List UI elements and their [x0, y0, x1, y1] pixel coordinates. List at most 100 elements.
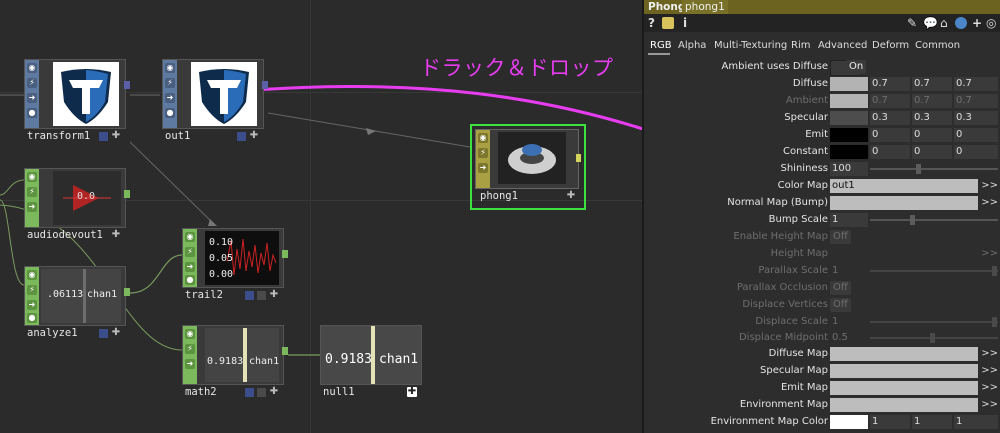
- param-field-g[interactable]: 0: [912, 128, 952, 142]
- color-swatch[interactable]: [830, 145, 868, 159]
- node-out1[interactable]: ◉ ⚡ ➜ ● out1 ✚: [162, 59, 268, 143]
- output-port[interactable]: [124, 190, 130, 198]
- diffuse-map-field[interactable]: [830, 347, 978, 361]
- param-field[interactable]: 1: [830, 315, 868, 329]
- tab-alpha[interactable]: Alpha: [678, 39, 706, 53]
- expand-arrows[interactable]: >>: [981, 364, 998, 378]
- color-swatch[interactable]: [830, 111, 868, 125]
- node-flag[interactable]: [244, 290, 255, 301]
- tab-advanced[interactable]: Advanced: [818, 39, 867, 53]
- param-field-b[interactable]: 0.7: [954, 94, 998, 108]
- environment-map-field[interactable]: [830, 398, 978, 412]
- add-icon[interactable]: ✚: [111, 230, 121, 240]
- network-editor[interactable]: ドラック＆ドロップ ◉ ⚡ ➜ ● transform1 ✚ ◉ ⚡ ➜ ● o…: [0, 0, 642, 433]
- add-icon[interactable]: ✚: [269, 290, 279, 300]
- param-slider[interactable]: [870, 219, 998, 221]
- tab-rim[interactable]: Rim: [791, 39, 810, 53]
- color-swatch[interactable]: [830, 128, 868, 142]
- expand-arrows[interactable]: >>: [981, 398, 998, 412]
- display-icon[interactable]: ➜: [27, 300, 37, 310]
- add-icon[interactable]: ✚: [111, 328, 121, 338]
- param-field-g[interactable]: 0.7: [912, 94, 952, 108]
- display-icon[interactable]: ➜: [27, 93, 37, 103]
- bypass-icon[interactable]: ⚡: [478, 148, 488, 158]
- expand-arrows[interactable]: >>: [981, 179, 998, 193]
- param-field-r[interactable]: 0.7: [870, 77, 910, 91]
- display-icon[interactable]: ➜: [27, 202, 37, 212]
- param-field-b[interactable]: 1: [954, 415, 998, 429]
- node-flag[interactable]: [256, 290, 267, 301]
- settings-icon[interactable]: ◎: [986, 16, 996, 30]
- slider-handle[interactable]: [910, 215, 915, 225]
- param-field[interactable]: 1: [830, 213, 868, 227]
- viewer-icon[interactable]: ◉: [165, 63, 175, 73]
- python-icon[interactable]: [955, 17, 967, 29]
- param-field-r[interactable]: 0: [870, 145, 910, 159]
- param-field-b[interactable]: 0.3: [954, 111, 998, 125]
- param-field-b[interactable]: 0: [954, 145, 998, 159]
- color-swatch[interactable]: [830, 94, 868, 108]
- add-icon[interactable]: ✚: [269, 387, 279, 397]
- slider-handle[interactable]: [992, 317, 997, 327]
- color-swatch[interactable]: [830, 77, 868, 91]
- comment-icon[interactable]: 💬: [923, 16, 938, 30]
- viewer-icon[interactable]: ◉: [27, 172, 37, 182]
- slider-handle[interactable]: [992, 266, 997, 276]
- lock-icon[interactable]: ●: [165, 108, 175, 118]
- param-toggle[interactable]: Off: [830, 298, 851, 312]
- node-audiodevout1[interactable]: ◉ ⚡ ➜ 0.0 audiodevout1 ✚: [24, 168, 130, 242]
- param-field[interactable]: 1: [830, 264, 868, 278]
- add-icon[interactable]: ✚: [111, 131, 121, 141]
- param-field-r[interactable]: 0.7: [870, 94, 910, 108]
- viewer-icon[interactable]: ◉: [27, 270, 37, 280]
- lock-icon[interactable]: ●: [185, 275, 195, 285]
- color-map-field[interactable]: out1: [830, 179, 978, 193]
- add-icon[interactable]: ✚: [249, 131, 259, 141]
- param-slider[interactable]: [870, 270, 998, 272]
- param-field-b[interactable]: 0.7: [954, 77, 998, 91]
- display-icon[interactable]: ➜: [478, 163, 488, 173]
- operator-name[interactable]: phong1: [682, 0, 728, 14]
- display-icon[interactable]: ➜: [185, 262, 195, 272]
- param-field-b[interactable]: 0: [954, 128, 998, 142]
- param-toggle[interactable]: Off: [830, 230, 851, 244]
- expand-arrows[interactable]: >>: [981, 196, 998, 210]
- tab-common[interactable]: Common: [915, 39, 960, 53]
- output-port[interactable]: [576, 154, 581, 162]
- add-icon[interactable]: ✚: [566, 191, 576, 201]
- param-field-g[interactable]: 1: [912, 415, 952, 429]
- output-port[interactable]: [124, 81, 130, 89]
- bypass-icon[interactable]: ⚡: [27, 285, 37, 295]
- pencil-icon[interactable]: ✎: [907, 16, 917, 30]
- param-slider[interactable]: [870, 168, 998, 170]
- ambient-uses-diffuse-toggle[interactable]: On: [846, 60, 867, 74]
- node-flag[interactable]: [256, 387, 267, 398]
- normal-map-field[interactable]: [830, 196, 978, 210]
- viewer-icon[interactable]: ◉: [27, 63, 37, 73]
- bookmark-icon[interactable]: ⌂: [940, 16, 948, 30]
- add-icon[interactable]: +: [972, 16, 982, 30]
- lock-icon[interactable]: ●: [27, 313, 37, 323]
- python-help-icon[interactable]: [662, 17, 674, 29]
- output-port[interactable]: [282, 250, 288, 258]
- param-field-g[interactable]: 0: [912, 145, 952, 159]
- viewer-icon[interactable]: ◉: [478, 133, 488, 143]
- bypass-icon[interactable]: ⚡: [27, 78, 37, 88]
- param-field[interactable]: 0.5: [830, 331, 868, 345]
- output-port[interactable]: [262, 81, 268, 89]
- node-phong1[interactable]: ◉ ⚡ ➜ phong1 ✚: [470, 124, 586, 210]
- bypass-icon[interactable]: ⚡: [27, 187, 37, 197]
- info-icon[interactable]: i: [683, 16, 687, 30]
- help-icon[interactable]: ?: [648, 16, 655, 30]
- node-flag[interactable]: [244, 387, 255, 398]
- color-swatch[interactable]: [830, 415, 868, 429]
- output-port[interactable]: [282, 347, 288, 355]
- viewer-icon[interactable]: ◉: [185, 232, 195, 242]
- height-map-field[interactable]: [830, 247, 978, 261]
- expand-arrows[interactable]: >>: [981, 381, 998, 395]
- tab-multi-texturing[interactable]: Multi-Texturing: [714, 39, 787, 53]
- emit-map-field[interactable]: [830, 381, 978, 395]
- expand-arrows[interactable]: >>: [981, 347, 998, 361]
- node-math2[interactable]: ◉ ⚡ ➜ 0.9183 chan1 math2 ✚: [182, 325, 288, 399]
- param-field-r[interactable]: 0.3: [870, 111, 910, 125]
